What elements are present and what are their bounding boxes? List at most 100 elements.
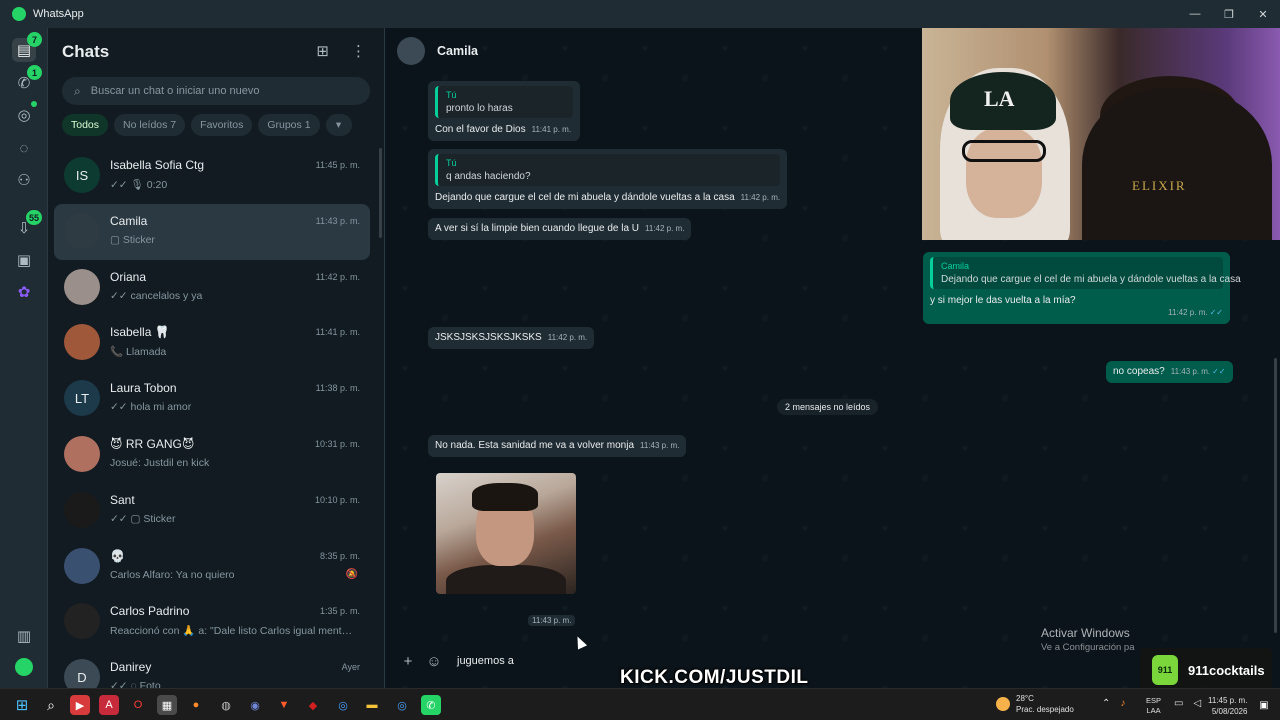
tools-nav-icon[interactable]: ▣ xyxy=(12,248,36,272)
message-bubble[interactable]: No nada. Esta sanidad me va a volver mon… xyxy=(428,435,687,457)
meta-ai-icon[interactable]: ✿ xyxy=(12,280,36,304)
message-bubble[interactable]: Tú pronto lo haras Con el favor de Dios 1… xyxy=(428,81,580,141)
chat-item[interactable]: IS Isabella Sofia Ctg 11:45 p. m. ✓✓ 🎙 0:20 xyxy=(54,148,370,204)
media-nav-icon[interactable]: ▥ xyxy=(12,624,36,648)
weather-widget[interactable]: 28°C Prac. despejado xyxy=(996,693,1074,715)
filter-favorites[interactable]: Favoritos xyxy=(191,114,253,136)
search-input[interactable] xyxy=(90,85,341,97)
chat-item[interactable]: Isabella 🦷 11:41 p. m. 📞 Llamada xyxy=(54,315,370,371)
chat-name: Laura Tobon xyxy=(110,381,177,396)
opera-icon[interactable]: O xyxy=(128,695,148,715)
chat-preview: ✓✓ hola mi amor xyxy=(110,401,192,414)
chat-item[interactable]: Sant 10:10 p. m. ✓✓ ▢ Sticker xyxy=(54,483,370,539)
clock[interactable]: 11:45 p. m. 5/08/2026 xyxy=(1208,695,1247,717)
filter-more-chevron-down-icon[interactable]: ▾ xyxy=(325,114,352,136)
sidebar-actions: ⊞ ⋮ xyxy=(316,42,366,60)
message-input[interactable]: juguemos a xyxy=(457,655,514,667)
chat-avatar[interactable]: LT xyxy=(64,380,100,417)
app-red-2-icon[interactable]: ◆ xyxy=(303,695,323,715)
image-time: 11:43 p. m. xyxy=(528,615,576,626)
chat-avatar[interactable] xyxy=(64,324,100,361)
firefox-icon[interactable]: ● xyxy=(186,695,206,715)
tray-chevron-up-icon[interactable]: ⌃ xyxy=(1102,698,1110,709)
status-nav-icon[interactable]: ◎ xyxy=(12,101,37,127)
conversation-header[interactable]: Camila xyxy=(385,28,922,74)
mic-icon[interactable]: ♪ xyxy=(1120,698,1125,709)
brave-icon[interactable]: ▼ xyxy=(274,695,294,715)
app-red-icon[interactable]: ▶ xyxy=(70,695,90,715)
chat-avatar[interactable] xyxy=(64,212,100,249)
chrome-icon[interactable]: ◎ xyxy=(333,695,353,715)
maximize-button[interactable]: ❐ xyxy=(1212,0,1246,28)
message-bubble-outgoing[interactable]: no copeas? 11:43 p. m. ✓✓ xyxy=(1106,361,1233,383)
chat-avatar[interactable] xyxy=(64,435,100,472)
quote-text: q andas haciendo? xyxy=(446,171,531,182)
tray-icons: ▭ ◁ xyxy=(1174,698,1201,709)
chat-name: Danirey xyxy=(110,660,152,675)
new-chat-icon[interactable]: ⊞ xyxy=(316,42,329,60)
archived-nav-icon[interactable]: ⇩ 55 xyxy=(12,210,42,240)
chat-avatar[interactable] xyxy=(64,491,100,528)
message-bubble[interactable]: A ver si sí la limpie bien cuando llegue… xyxy=(428,218,692,240)
sticker-image[interactable] xyxy=(436,473,576,594)
quoted-message[interactable]: Camila Dejando que cargue el cel de mi a… xyxy=(930,257,1241,289)
start-icon[interactable]: ⊞ xyxy=(12,695,32,715)
chat-avatar[interactable] xyxy=(64,268,100,305)
menu-icon[interactable]: ⋮ xyxy=(351,42,366,60)
quoted-message[interactable]: Tú q andas haciendo? xyxy=(435,154,781,186)
chat-item[interactable]: Carlos Padrino 1:35 p. m. Reaccionó con 🙏 … xyxy=(54,594,370,650)
chat-item[interactable]: 💀 8:35 p. m. Carlos Alfaro: Ya no quiero 🔕 xyxy=(54,539,370,595)
chat-item[interactable]: D Danirey Ayer ✓✓ ◌ Foto xyxy=(54,650,370,688)
chat-name: Isabella 🦷 xyxy=(110,325,170,340)
sidebar-scrollbar[interactable] xyxy=(379,148,382,238)
store-icon[interactable]: ▦ xyxy=(157,695,177,715)
filter-groups[interactable]: Grupos 1 xyxy=(258,114,320,136)
calls-nav-icon[interactable]: ✆ 1 xyxy=(12,65,42,95)
archived-badge: 55 xyxy=(25,210,42,225)
obs-icon[interactable]: ◍ xyxy=(216,695,236,715)
webcam-cap-logo: LA xyxy=(984,86,1015,111)
chat-item[interactable]: Camila 11:43 p. m. ▢ Sticker xyxy=(54,203,370,260)
whatsapp-taskbar-icon[interactable]: ✆ xyxy=(421,695,441,715)
profile-avatar-icon[interactable] xyxy=(12,655,36,679)
file-explorer-icon[interactable]: ▬ xyxy=(362,695,382,715)
contact-avatar[interactable] xyxy=(397,37,425,65)
chat-avatar[interactable]: D xyxy=(64,659,100,688)
chat-item[interactable]: LT Laura Tobon 11:38 p. m. ✓✓ hola mi amor xyxy=(54,371,370,427)
message-bubble[interactable]: Tú q andas haciendo? Dejando que cargue … xyxy=(428,149,788,209)
chat-avatar[interactable]: IS xyxy=(64,157,100,193)
conversation-scrollbar[interactable] xyxy=(1274,358,1277,633)
chrome-2-icon[interactable]: ◎ xyxy=(392,695,412,715)
network-icon[interactable]: ▭ xyxy=(1174,698,1183,709)
chat-item[interactable]: Oriana 11:42 p. m. ✓✓ cancelalos y ya xyxy=(54,260,370,316)
channels-nav-icon[interactable]: ◌ xyxy=(12,136,36,160)
message-text: A ver si sí la limpie bien cuando llegue… xyxy=(435,223,640,234)
search-taskbar-icon[interactable]: ⌕ xyxy=(41,695,61,715)
contact-name[interactable]: Camila xyxy=(437,44,478,58)
attach-plus-icon[interactable]: + xyxy=(397,650,419,672)
filter-all[interactable]: Todos xyxy=(62,114,109,136)
message-bubble[interactable]: JSKSJSKSJSKSJKSKS 11:42 p. m. xyxy=(428,327,595,349)
chat-preview: ✓✓ ▢ Sticker xyxy=(110,512,176,525)
discord-icon[interactable]: ◉ xyxy=(245,695,265,715)
sticker-emoji-icon[interactable]: ☺ xyxy=(423,650,445,672)
communities-nav-icon[interactable]: ⚇ xyxy=(12,168,36,192)
webcam-person-2 xyxy=(1082,88,1272,240)
filter-unread[interactable]: No leídos 7 xyxy=(114,114,186,136)
message-bubble-outgoing[interactable]: Camila Dejando que cargue el cel de mi a… xyxy=(923,252,1241,324)
close-button[interactable]: ✕ xyxy=(1246,0,1280,28)
activate-title: Activar Windows xyxy=(1041,626,1130,640)
notification-icon[interactable]: ▣ xyxy=(1254,695,1274,715)
chat-item[interactable]: 😈 RR GANG😈 10:31 p. m. Josué: Justdil en k… xyxy=(54,427,370,483)
chats-nav-icon[interactable]: ▤ 7 xyxy=(12,32,42,62)
chat-avatar[interactable] xyxy=(64,547,100,584)
app-acrobat-icon[interactable]: A xyxy=(99,695,119,715)
language-indicator[interactable]: ESP LAA xyxy=(1146,696,1161,716)
quoted-message[interactable]: Tú pronto lo haras xyxy=(435,86,573,118)
chat-time: 11:41 p. m. xyxy=(315,327,360,338)
minimize-button[interactable]: — xyxy=(1178,0,1212,28)
chats-badge: 7 xyxy=(27,32,42,47)
filter-chips: Todos No leídos 7 Favoritos Grupos 1 ▾ xyxy=(62,114,352,136)
chat-avatar[interactable] xyxy=(64,603,100,640)
volume-icon[interactable]: ◁ xyxy=(1193,698,1201,709)
